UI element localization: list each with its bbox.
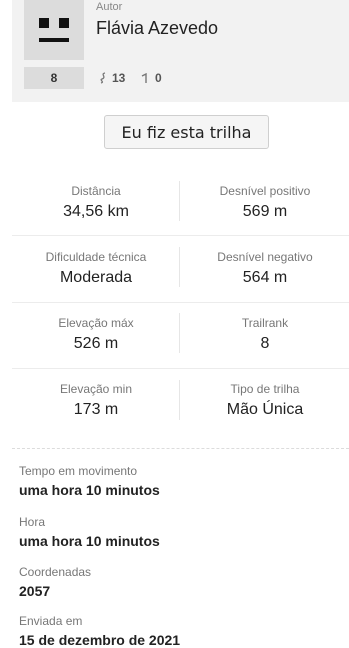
stat-min-elevation: Elevação min 173 m [12,382,180,419]
detail-value: uma hora 10 minutos [19,482,160,498]
detail-coordinates: Coordenadas 2057 [19,565,91,599]
stat-label: Elevação máx [58,316,134,330]
stat-label: Trailrank [241,316,289,330]
detail-label: Enviada em [19,614,83,628]
stat-label: Dificuldade técnica [45,250,147,264]
stat-value: Moderada [59,269,133,286]
stat-value: 173 m [73,401,119,418]
stat-label: Distância [71,184,121,198]
stat-positive-elevation: Desnível positivo 569 m [181,184,349,221]
stat-label: Desnível positivo [219,184,311,198]
flag-icon [141,73,151,83]
detail-label: Tempo em movimento [19,464,138,478]
author-card: Autor Flávia Azevedo 8 13 0 [12,0,349,102]
author-other-count: 0 [155,71,162,85]
did-trail-button[interactable]: Eu fiz esta trilha [104,115,269,149]
author-label: Autor [96,1,123,13]
detail-uploaded: Enviada em 15 de dezembro de 2021 [19,614,180,648]
stat-distance: Distância 34,56 km [12,184,180,221]
stat-label: Tipo de trilha [230,382,300,396]
stat-trailrank: Trailrank 8 [181,316,349,353]
detail-value: uma hora 10 minutos [19,533,160,549]
detail-label: Coordenadas [19,565,92,579]
stat-value: 564 m [242,269,288,286]
detail-value: 15 de dezembro de 2021 [19,632,181,648]
stat-negative-elevation: Desnível negativo 564 m [181,250,349,287]
stat-trail-type: Tipo de trilha Mão Única [181,382,349,419]
detail-moving-time: Tempo em movimento uma hora 10 minutos [19,464,160,498]
stat-label: Elevação min [59,382,133,396]
stat-label: Desnível negativo [217,250,313,264]
detail-value: 2057 [19,583,51,599]
stat-value: Mão Única [226,401,304,418]
trail-path-icon [99,72,108,84]
section-divider [12,448,349,449]
stat-technical-difficulty: Dificuldade técnica Moderada [12,250,180,287]
stat-value: 34,56 km [63,203,129,220]
author-other-stat: 0 [141,71,162,85]
author-trails-count: 13 [112,71,126,85]
author-avatar[interactable] [24,0,84,60]
stat-max-elevation: Elevação máx 526 m [12,316,180,353]
stat-value: 569 m [242,203,288,220]
author-trails-stat: 13 [99,71,125,85]
stat-value: 526 m [73,335,119,352]
detail-time: Hora uma hora 10 minutos [19,515,160,549]
author-rank-badge: 8 [24,67,84,89]
stat-value: 8 [260,335,270,352]
detail-label: Hora [19,515,46,529]
author-name[interactable]: Flávia Azevedo [96,18,218,39]
